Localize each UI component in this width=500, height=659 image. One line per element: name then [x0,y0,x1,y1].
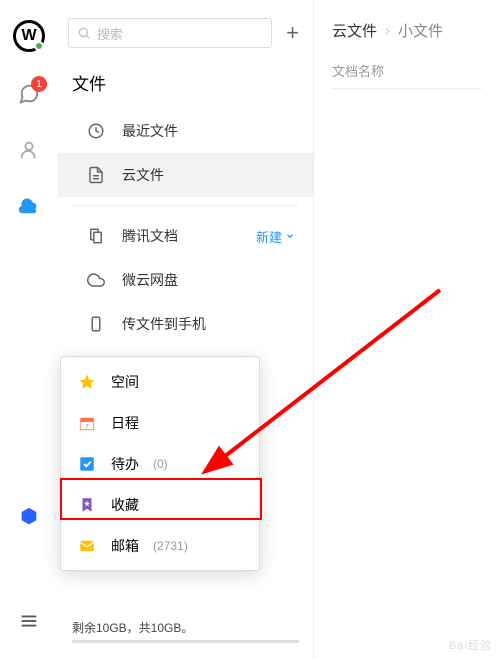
popup-label: 空间 [111,372,139,392]
notification-badge: 1 [31,76,47,92]
nav-label: 传文件到手机 [122,314,206,334]
popup-todo[interactable]: 待办 (0) [61,443,259,484]
sidebar-contacts-icon[interactable] [15,136,43,164]
mail-icon [77,536,97,556]
sidebar-chat-icon[interactable]: 1 [15,80,43,108]
popup-count: (2731) [153,539,188,553]
hamburger-menu-icon[interactable] [15,607,43,635]
search-placeholder: 搜索 [97,24,123,43]
section-title: 文件 [58,60,313,109]
sidebar-app-icon[interactable] [15,503,43,531]
nav-label: 最近文件 [122,121,178,141]
nav-label: 腾讯文档 [122,226,178,246]
popup-mail[interactable]: 邮箱 (2731) [61,525,259,566]
search-input[interactable]: 搜索 [68,18,272,48]
add-button[interactable]: + [286,20,299,46]
breadcrumb-current: 小文件 [398,20,443,41]
popup-menu: 空间 7 日程 待办 (0) 收藏 邮箱 (2731) [60,356,260,571]
breadcrumb: 云文件 › 小文件 [332,20,482,41]
popup-label: 收藏 [111,495,139,515]
popup-space[interactable]: 空间 [61,361,259,402]
search-row: 搜索 + [58,18,313,60]
phone-icon [86,314,106,334]
popup-label: 邮箱 [111,536,139,556]
popup-calendar[interactable]: 7 日程 [61,402,259,443]
left-sidebar: W 1 [0,0,58,659]
nav-cloud-files[interactable]: 云文件 [58,153,313,197]
divider [72,205,299,206]
breadcrumb-root[interactable]: 云文件 [332,20,377,41]
create-new-link[interactable]: 新建 [256,227,295,246]
storage-text: 剩余10GB，共10GB。 [72,621,193,635]
cloud-disk-icon [86,270,106,290]
chevron-down-icon [285,231,295,241]
content-panel: 云文件 › 小文件 文档名称 [314,0,500,659]
svg-text:7: 7 [85,423,89,430]
nav-label: 微云网盘 [122,270,178,290]
calendar-icon: 7 [77,413,97,433]
popup-count: (0) [153,457,168,471]
clock-icon [86,121,106,141]
nav-label: 云文件 [122,165,164,185]
nav-tencent-docs[interactable]: 腾讯文档 新建 [58,214,313,258]
tencent-docs-icon [86,226,106,246]
column-header-name: 文档名称 [332,61,482,89]
bookmark-icon [77,495,97,515]
nav-send-to-phone[interactable]: 传文件到手机 [58,302,313,346]
popup-label: 日程 [111,413,139,433]
nav-recent-files[interactable]: 最近文件 [58,109,313,153]
search-icon [77,26,91,40]
popup-label: 待办 [111,454,139,474]
avatar[interactable]: W [13,20,45,52]
popup-favorites[interactable]: 收藏 [61,484,259,525]
nav-list: 最近文件 云文件 腾讯文档 新建 微云网盘 传文件到手机 [58,109,313,346]
star-icon [77,372,97,392]
chevron-right-icon: › [385,22,390,39]
watermark: Bai经验 [449,637,492,653]
storage-bar [72,640,299,643]
nav-weiyun[interactable]: 微云网盘 [58,258,313,302]
online-status-dot [34,41,44,51]
storage-info: 剩余10GB，共10GB。 [58,619,313,659]
file-icon [86,165,106,185]
checkbox-icon [77,454,97,474]
sidebar-cloud-icon[interactable] [15,192,43,220]
